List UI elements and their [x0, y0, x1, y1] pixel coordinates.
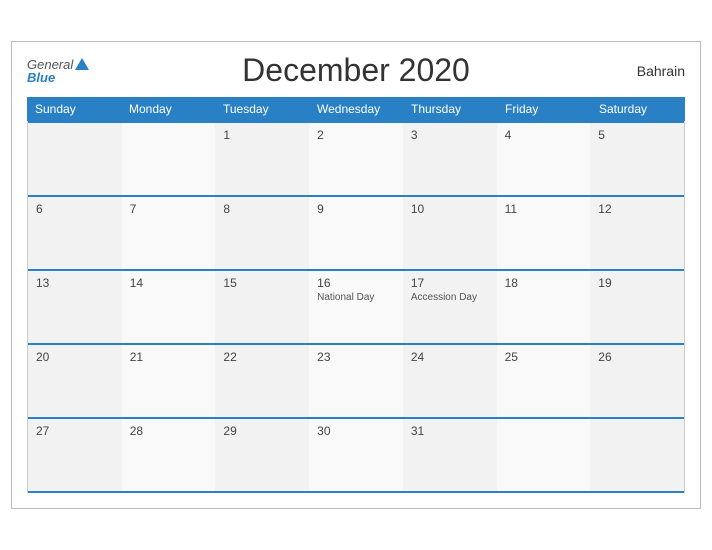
day-cell: 25 — [497, 345, 591, 417]
day-cell: 24 — [403, 345, 497, 417]
day-cell: 20 — [28, 345, 122, 417]
country-label: Bahrain — [637, 63, 685, 79]
day-cell: 2 — [309, 123, 403, 195]
day-number: 18 — [505, 276, 583, 290]
day-cell — [497, 419, 591, 491]
day-number: 21 — [130, 350, 208, 364]
day-cell: 31 — [403, 419, 497, 491]
day-cell: 21 — [122, 345, 216, 417]
day-cell: 3 — [403, 123, 497, 195]
day-number: 29 — [223, 424, 301, 438]
day-number: 20 — [36, 350, 114, 364]
day-header-monday: Monday — [121, 97, 215, 121]
day-header-friday: Friday — [497, 97, 591, 121]
day-number: 24 — [411, 350, 489, 364]
day-cell: 14 — [122, 271, 216, 343]
logo: General Blue — [27, 58, 89, 84]
day-cell: 18 — [497, 271, 591, 343]
day-number: 8 — [223, 202, 301, 216]
day-cell: 10 — [403, 197, 497, 269]
day-cell: 23 — [309, 345, 403, 417]
day-number: 26 — [598, 350, 676, 364]
day-number: 23 — [317, 350, 395, 364]
days-header: Sunday Monday Tuesday Wednesday Thursday… — [27, 97, 685, 121]
week-separator-bottom — [28, 491, 684, 493]
day-number: 27 — [36, 424, 114, 438]
day-cell: 1 — [215, 123, 309, 195]
day-cell: 27 — [28, 419, 122, 491]
day-cell: 12 — [590, 197, 684, 269]
day-cell: 9 — [309, 197, 403, 269]
day-number: 2 — [317, 128, 395, 142]
day-number: 25 — [505, 350, 583, 364]
day-number: 17 — [411, 276, 489, 290]
day-cell: 15 — [215, 271, 309, 343]
day-cell: 17 Accession Day — [403, 271, 497, 343]
month-title: December 2020 — [242, 52, 470, 89]
calendar-grid: 12345678910111213141516National Day17Acc… — [27, 121, 685, 493]
day-number: 3 — [411, 128, 489, 142]
day-cell: 13 — [28, 271, 122, 343]
day-cell — [28, 123, 122, 195]
logo-blue-text: Blue — [27, 71, 55, 84]
event-label: Accession Day — [411, 292, 489, 303]
calendar-container: General Blue December 2020 Bahrain Sunda… — [11, 41, 701, 509]
day-header-saturday: Saturday — [591, 97, 685, 121]
logo-triangle-icon — [75, 58, 89, 70]
day-cell: 5 — [590, 123, 684, 195]
day-number: 19 — [598, 276, 676, 290]
day-number: 9 — [317, 202, 395, 216]
day-header-wednesday: Wednesday — [309, 97, 403, 121]
day-number: 14 — [130, 276, 208, 290]
day-cell: 16 National Day — [309, 271, 403, 343]
day-cell: 7 — [122, 197, 216, 269]
day-cell — [122, 123, 216, 195]
day-cell: 22 — [215, 345, 309, 417]
day-number: 16 — [317, 276, 395, 290]
calendar-header: General Blue December 2020 Bahrain — [27, 52, 685, 89]
day-number: 6 — [36, 202, 114, 216]
day-cell: 26 — [590, 345, 684, 417]
day-header-tuesday: Tuesday — [215, 97, 309, 121]
day-number: 30 — [317, 424, 395, 438]
day-number: 1 — [223, 128, 301, 142]
day-cell: 6 — [28, 197, 122, 269]
day-number: 7 — [130, 202, 208, 216]
day-cell — [590, 419, 684, 491]
logo-general-text: General — [27, 58, 73, 71]
day-number: 10 — [411, 202, 489, 216]
day-number: 15 — [223, 276, 301, 290]
day-number: 13 — [36, 276, 114, 290]
day-cell: 8 — [215, 197, 309, 269]
day-cell: 19 — [590, 271, 684, 343]
day-cell: 11 — [497, 197, 591, 269]
day-number: 12 — [598, 202, 676, 216]
day-header-sunday: Sunday — [27, 97, 121, 121]
day-number: 11 — [505, 202, 583, 216]
day-number: 28 — [130, 424, 208, 438]
day-cell: 28 — [122, 419, 216, 491]
day-number: 4 — [505, 128, 583, 142]
day-cell: 30 — [309, 419, 403, 491]
day-number: 5 — [598, 128, 676, 142]
day-number: 31 — [411, 424, 489, 438]
day-cell: 29 — [215, 419, 309, 491]
day-header-thursday: Thursday — [403, 97, 497, 121]
event-label: National Day — [317, 292, 395, 303]
day-number: 22 — [223, 350, 301, 364]
day-cell: 4 — [497, 123, 591, 195]
